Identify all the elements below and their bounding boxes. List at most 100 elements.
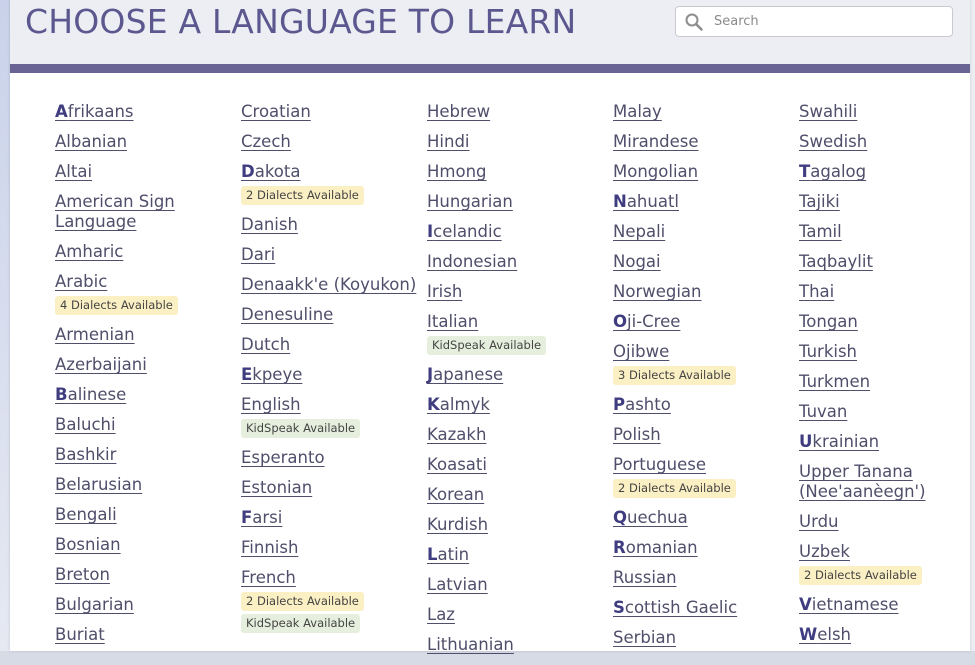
language-link[interactable]: Armenian — [55, 325, 233, 345]
language-link[interactable]: Turkish — [799, 342, 975, 362]
language-link[interactable]: French — [241, 568, 419, 588]
language-link[interactable]: Croatian — [241, 102, 419, 122]
language-link[interactable]: Koasati — [427, 455, 605, 475]
search-box[interactable] — [675, 6, 953, 37]
language-link[interactable]: Ekpeye — [241, 365, 419, 385]
language-link[interactable]: Dari — [241, 245, 419, 265]
language-link[interactable]: Pashto — [613, 395, 791, 415]
kidspeak-badge[interactable]: KidSpeak Available — [241, 614, 361, 633]
language-link[interactable]: Hungarian — [427, 192, 605, 212]
language-link[interactable]: Icelandic — [427, 222, 605, 242]
language-link[interactable]: Taqbaylit — [799, 252, 975, 272]
dialects-badge[interactable]: 4 Dialects Available — [55, 296, 178, 315]
language-link[interactable]: Kazakh — [427, 425, 605, 445]
language-link[interactable]: Albanian — [55, 132, 233, 152]
language-link[interactable]: American Sign Language — [55, 192, 233, 232]
dialects-badge[interactable]: 2 Dialects Available — [613, 479, 736, 498]
background-left — [0, 0, 10, 651]
language-link[interactable]: Vietnamese — [799, 595, 975, 615]
language-link[interactable]: Ojibwe — [613, 342, 791, 362]
language-link[interactable]: Portuguese — [613, 455, 791, 475]
language-link[interactable]: Turkmen — [799, 372, 975, 392]
language-name: Ojibwe — [613, 342, 670, 361]
language-link[interactable]: Ukrainian — [799, 432, 975, 452]
language-link[interactable]: Buriat — [55, 625, 233, 645]
language-link[interactable]: Hmong — [427, 162, 605, 182]
language-link[interactable]: Danish — [241, 215, 419, 235]
language-link[interactable]: Kalmyk — [427, 395, 605, 415]
index-letter: P — [613, 395, 626, 414]
language-link[interactable]: Japanese — [427, 365, 605, 385]
language-link[interactable]: Quechua — [613, 508, 791, 528]
language-link[interactable]: Tongan — [799, 312, 975, 332]
language-link[interactable]: Urdu — [799, 512, 975, 532]
language-link[interactable]: Balinese — [55, 385, 233, 405]
language-link[interactable]: Nahuatl — [613, 192, 791, 212]
language-link[interactable]: Tamil — [799, 222, 975, 242]
language-link[interactable]: Dakota — [241, 162, 419, 182]
language-link[interactable]: Farsi — [241, 508, 419, 528]
language-link[interactable]: Polish — [613, 425, 791, 445]
language-link[interactable]: Mirandese — [613, 132, 791, 152]
language-link[interactable]: Malay — [613, 102, 791, 122]
language-link[interactable]: Indonesian — [427, 252, 605, 272]
language-name: Laz — [427, 605, 455, 624]
language-link[interactable]: Nepali — [613, 222, 791, 242]
language-link[interactable]: Norwegian — [613, 282, 791, 302]
language-link[interactable]: Mongolian — [613, 162, 791, 182]
language-link[interactable]: Denaakk'e (Koyukon) — [241, 275, 419, 295]
language-name: elsh — [817, 625, 851, 644]
language-link[interactable]: Upper Tanana (Nee'aanèegn') — [799, 462, 975, 502]
language-link[interactable]: Romanian — [613, 538, 791, 558]
language-link[interactable]: Belarusian — [55, 475, 233, 495]
language-link[interactable]: Nogai — [613, 252, 791, 272]
language-link[interactable]: Laz — [427, 605, 605, 625]
dialects-badge[interactable]: 3 Dialects Available — [613, 366, 736, 385]
language-link[interactable]: Bosnian — [55, 535, 233, 555]
kidspeak-badge[interactable]: KidSpeak Available — [427, 336, 547, 355]
language-link[interactable]: Bulgarian — [55, 595, 233, 615]
language-link[interactable]: Kurdish — [427, 515, 605, 535]
language-link[interactable]: Korean — [427, 485, 605, 505]
language-link[interactable]: Estonian — [241, 478, 419, 498]
language-link[interactable]: Latin — [427, 545, 605, 565]
language-link[interactable]: Scottish Gaelic — [613, 598, 791, 618]
language-link[interactable]: Tagalog — [799, 162, 975, 182]
language-link[interactable]: Russian — [613, 568, 791, 588]
language-link[interactable]: Breton — [55, 565, 233, 585]
language-link[interactable]: Tuvan — [799, 402, 975, 422]
language-link[interactable]: Tajiki — [799, 192, 975, 212]
language-link[interactable]: Irish — [427, 282, 605, 302]
language-link[interactable]: Finnish — [241, 538, 419, 558]
language-link[interactable]: Arabic — [55, 272, 233, 292]
language-link[interactable]: English — [241, 395, 419, 415]
dialects-badge[interactable]: 2 Dialects Available — [241, 186, 364, 205]
language-link[interactable]: Serbian — [613, 628, 791, 648]
language-link[interactable]: Bashkir — [55, 445, 233, 465]
language-link[interactable]: Altai — [55, 162, 233, 182]
language-link[interactable]: Baluchi — [55, 415, 233, 435]
dialects-badge[interactable]: 2 Dialects Available — [799, 566, 922, 585]
language-link[interactable]: Uzbek — [799, 542, 975, 562]
language-link[interactable]: Swahili — [799, 102, 975, 122]
search-input[interactable] — [712, 13, 946, 30]
language-link[interactable]: Dutch — [241, 335, 419, 355]
language-link[interactable]: Azerbaijani — [55, 355, 233, 375]
language-link[interactable]: Swedish — [799, 132, 975, 152]
language-link[interactable]: Afrikaans — [55, 102, 233, 122]
language-link[interactable]: Latvian — [427, 575, 605, 595]
language-link[interactable]: Oji-Cree — [613, 312, 791, 332]
language-link[interactable]: Hindi — [427, 132, 605, 152]
dialects-badge[interactable]: 2 Dialects Available — [241, 592, 364, 611]
language-link[interactable]: Thai — [799, 282, 975, 302]
language-link[interactable]: Czech — [241, 132, 419, 152]
language-link[interactable]: Hebrew — [427, 102, 605, 122]
language-link[interactable]: Lithuanian — [427, 635, 605, 655]
language-link[interactable]: Amharic — [55, 242, 233, 262]
language-link[interactable]: Esperanto — [241, 448, 419, 468]
language-link[interactable]: Bengali — [55, 505, 233, 525]
language-link[interactable]: Welsh — [799, 625, 975, 645]
kidspeak-badge[interactable]: KidSpeak Available — [241, 419, 361, 438]
language-link[interactable]: Italian — [427, 312, 605, 332]
language-link[interactable]: Denesuline — [241, 305, 419, 325]
